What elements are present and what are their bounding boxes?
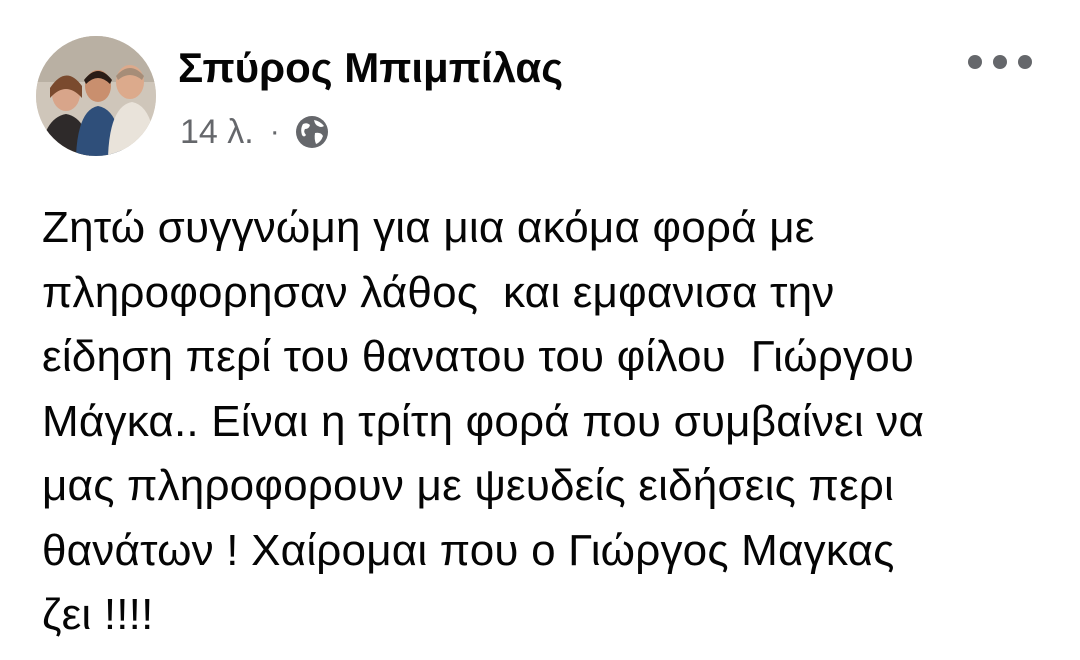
more-dot (1018, 55, 1032, 69)
meta-separator: · (269, 115, 280, 148)
post-text-line: είδηση περί του θανατου του φίλου Γιώργο… (42, 332, 915, 381)
more-dot (993, 55, 1007, 69)
post-text-line: Μάγκα.. Είναι η τρίτη φορά που συμβαίνει… (42, 396, 925, 446)
author-name[interactable]: Σπύρος Μπιμπίλας (178, 38, 563, 98)
avatar[interactable] (36, 36, 156, 156)
more-dot (968, 55, 982, 69)
facebook-post: Σπύρος Μπιμπίλας 14 λ. · Ζητώ συγγνώμη γ… (0, 0, 1080, 660)
post-meta: 14 λ. · (180, 108, 330, 156)
post-text-line: θανάτων ! Χαίρομαι που ο Γιώργος Μαγκας (42, 525, 895, 575)
globe-icon[interactable] (294, 114, 330, 150)
post-text-line: ζει !!!! (42, 590, 154, 639)
avatar-photo (36, 36, 156, 156)
more-options-icon[interactable] (968, 40, 1032, 84)
post-text-line: Ζητώ συγγνώμη για μια ακόμα φορά με (42, 203, 815, 252)
post-text-line: πληροφορησαν λάθος και εμφανισα την (42, 267, 835, 317)
post-text-line: μας πληροφορουν με ψευδείς ειδήσεις περι (42, 461, 894, 510)
post-timestamp[interactable]: 14 λ. (180, 113, 254, 152)
post-text: Ζητώ συγγνώμη για μια ακόμα φορά με πληρ… (42, 196, 1052, 648)
